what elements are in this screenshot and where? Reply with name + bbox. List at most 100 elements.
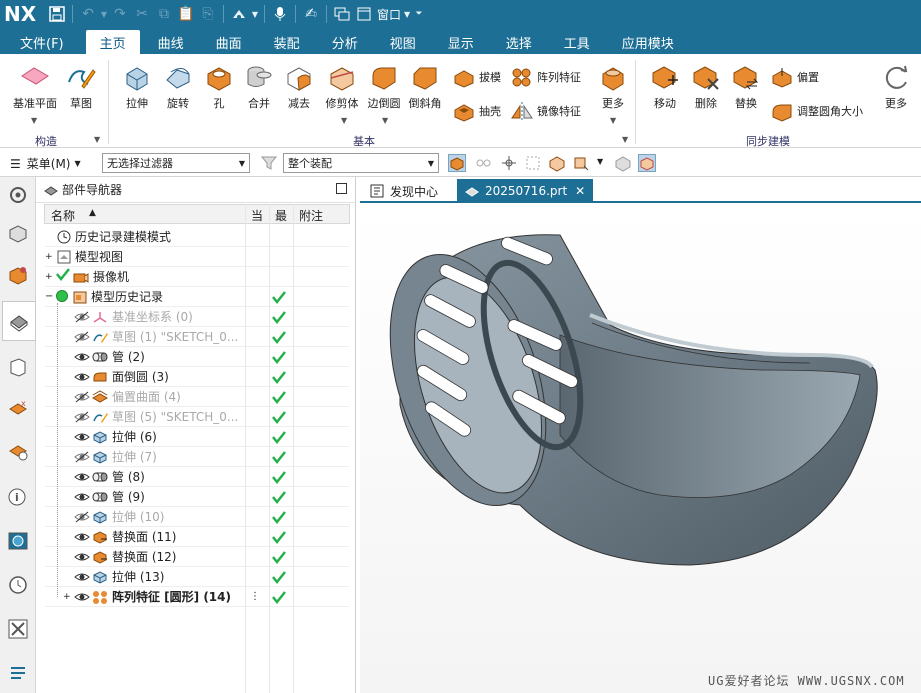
tree-row[interactable]: 基准坐标系 (0) [45, 307, 349, 327]
tab-home[interactable]: 主页 [85, 30, 140, 54]
visibility-eye-icon[interactable] [74, 411, 90, 423]
extrude-button[interactable]: 拉伸 [119, 62, 155, 111]
tab-discovery-center[interactable]: 发现中心 [362, 179, 446, 203]
expand-icon[interactable]: + [45, 272, 53, 282]
visibility-eye-icon[interactable] [74, 511, 90, 523]
datum-plane-button[interactable]: 基准平面 [10, 62, 60, 111]
hole-button[interactable]: 孔 [201, 62, 237, 111]
tree-row[interactable]: 面倒圆 (3) [45, 367, 349, 387]
switch-window-icon[interactable] [331, 3, 353, 25]
unite-button[interactable]: 合并 [241, 62, 277, 111]
menu-button[interactable]: ☰ 菜单(M) ▼ [10, 155, 81, 172]
customize-qat-icon[interactable]: ⏷ [413, 3, 425, 25]
part-navigator-icon[interactable] [2, 301, 36, 341]
point-constructor-icon[interactable] [500, 154, 518, 172]
replace-face-button[interactable]: 替换 [727, 62, 765, 111]
tree-row[interactable]: 拉伸 (10) [45, 507, 349, 527]
globe-icon[interactable] [4, 527, 32, 555]
copy-icon[interactable]: ⧉ [153, 3, 175, 25]
shell-button[interactable]: 抽壳 [452, 100, 501, 122]
hd3d-tools-icon[interactable]: x [4, 395, 32, 423]
tree-row[interactable]: 草图 (5) "SKETCH_0... [45, 407, 349, 427]
tree-row[interactable]: 拉伸 (6) [45, 427, 349, 447]
web-browser-icon[interactable] [4, 437, 32, 465]
tree-row[interactable]: 历史记录建模模式 [45, 227, 349, 247]
undo-icon[interactable]: ↶ [77, 3, 99, 25]
sketch-button[interactable]: 草图 [63, 62, 99, 111]
cut-icon[interactable]: ✂ [131, 3, 153, 25]
tab-view[interactable]: 视图 [376, 30, 430, 54]
visibility-eye-icon[interactable] [74, 491, 90, 503]
datum-plane-dropdown-icon[interactable]: ▼ [31, 116, 37, 125]
column-current[interactable]: 当 [251, 207, 263, 224]
selection-scope-select[interactable]: 整个装配 ▼ [283, 153, 439, 173]
chamfer-button[interactable]: 倒斜角 [406, 62, 444, 111]
tree-row[interactable]: 拉伸 (7) [45, 447, 349, 467]
tab-display[interactable]: 显示 [434, 30, 488, 54]
tree-row[interactable]: 偏置曲面 (4) [45, 387, 349, 407]
collapse-icon[interactable]: − [45, 291, 53, 302]
assembly-navigator-icon[interactable] [4, 219, 32, 247]
tab-analysis[interactable]: 分析 [318, 30, 372, 54]
tree-row[interactable]: 替换面 (11) [45, 527, 349, 547]
palette-icon[interactable] [4, 659, 32, 687]
check-icon[interactable] [55, 266, 71, 285]
show-hide-icon[interactable] [614, 154, 632, 172]
trim-body-button[interactable]: 修剪体 [322, 62, 362, 111]
visibility-eye-icon[interactable] [74, 591, 90, 603]
edge-blend-dropdown-icon[interactable]: ▼ [382, 116, 388, 125]
tab-file[interactable]: 文件(F) [6, 30, 78, 54]
maximize-icon[interactable] [336, 183, 347, 194]
select-component-icon[interactable] [548, 154, 566, 172]
resize-blend-button[interactable]: 调整圆角大小 [770, 100, 863, 122]
tree-row[interactable]: 管 (8) [45, 467, 349, 487]
sort-ascending-icon[interactable]: ▲ [89, 208, 96, 218]
work-part-icon[interactable] [638, 154, 656, 172]
visibility-eye-icon[interactable] [74, 311, 90, 323]
tree-row[interactable]: + 阵列特征 [圆形] (14) ⋮ [45, 587, 349, 607]
tab-curve[interactable]: 曲线 [144, 30, 198, 54]
visibility-eye-icon[interactable] [74, 571, 90, 583]
more-basic-dropdown-icon[interactable]: ▼ [610, 116, 616, 125]
save-icon[interactable] [46, 3, 68, 25]
tab-surface[interactable]: 曲面 [202, 30, 256, 54]
window-menu-arrow-icon[interactable]: ▼ [401, 3, 413, 25]
select-edge-icon[interactable] [572, 154, 590, 172]
dropdown-arrow-icon[interactable]: ▼ [99, 3, 109, 25]
visibility-eye-icon[interactable] [74, 431, 90, 443]
delete-face-button[interactable]: 删除 [687, 62, 725, 111]
column-note[interactable]: 附注 [299, 207, 323, 224]
tree-row[interactable]: + 模型视图 [45, 247, 349, 267]
tab-tools[interactable]: 工具 [550, 30, 604, 54]
info-icon[interactable]: i [4, 483, 32, 511]
visibility-eye-icon[interactable] [74, 371, 90, 383]
draft-button[interactable]: 拔模 [452, 66, 501, 88]
part-model[interactable] [360, 205, 921, 693]
pattern-feature-button[interactable]: 阵列特征 [510, 66, 581, 88]
graphics-viewport[interactable] [360, 205, 921, 693]
visibility-eye-icon[interactable] [74, 451, 90, 463]
tab-part-file[interactable]: 20250716.prt ✕ [457, 179, 594, 203]
column-name[interactable]: 名称 [51, 207, 75, 224]
microphone-icon[interactable] [269, 3, 291, 25]
group-construct-menu-icon[interactable]: ▼ [94, 135, 100, 144]
tab-assembly[interactable]: 装配 [260, 30, 314, 54]
move-face-button[interactable]: 移动 [646, 62, 684, 111]
visibility-eye-icon[interactable] [74, 551, 90, 563]
column-latest[interactable]: 最 [275, 207, 287, 224]
touch-mode-icon[interactable]: ✍ [300, 3, 322, 25]
tree-row[interactable]: 拉伸 (13) [45, 567, 349, 587]
system-scenes-icon[interactable] [4, 615, 32, 643]
expand-icon[interactable]: + [45, 252, 53, 262]
tab-applications[interactable]: 应用模块 [608, 30, 688, 54]
revolve-button[interactable]: 旋转 [160, 62, 196, 111]
visibility-eye-icon[interactable] [74, 351, 90, 363]
more-basic-button[interactable]: 更多 [596, 62, 630, 111]
window-icon[interactable] [353, 3, 375, 25]
visibility-eye-icon[interactable] [74, 331, 90, 343]
expand-icon[interactable]: + [63, 592, 71, 602]
reuse-library-icon[interactable] [4, 353, 32, 381]
redo-icon[interactable]: ↷ [109, 3, 131, 25]
edge-blend-button[interactable]: 边倒圆 [364, 62, 404, 111]
dropdown-arrow-icon[interactable]: ▼ [250, 3, 260, 25]
